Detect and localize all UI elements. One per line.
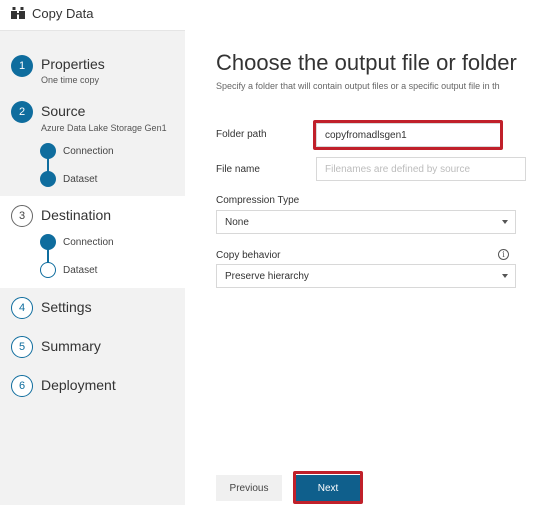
step-title: Properties (41, 56, 105, 72)
step-title: Settings (41, 299, 92, 315)
substep-source-connection[interactable]: Connection (63, 146, 114, 157)
file-name-label: File name (216, 164, 260, 175)
compression-type-label: Compression Type (216, 195, 300, 206)
step-number-badge: 4 (11, 297, 33, 319)
page-description: Specify a folder that will contain outpu… (216, 81, 500, 91)
substep-destination-connection[interactable]: Connection (63, 237, 114, 248)
copy-behavior-value: Preserve hierarchy (225, 270, 309, 282)
info-icon[interactable]: i (498, 249, 509, 260)
step-title: Source (41, 103, 86, 119)
substep-source-dataset[interactable]: Dataset (63, 174, 97, 185)
folder-path-label: Folder path (216, 129, 267, 140)
step-subtitle: One time copy (41, 75, 100, 85)
step-number-badge: 2 (11, 101, 33, 123)
title-bar: Copy Data (0, 0, 548, 26)
substep-complete-dot (40, 143, 56, 159)
substep-complete-dot (40, 171, 56, 187)
step-settings[interactable]: 4 Settings (0, 291, 185, 327)
substep-complete-dot (40, 234, 56, 250)
file-name-input[interactable]: Filenames are defined by source (316, 157, 526, 181)
step-summary[interactable]: 5 Summary (0, 330, 185, 366)
step-number-badge: 6 (11, 375, 33, 397)
compression-type-select[interactable]: None (216, 210, 516, 234)
step-number-badge: 1 (11, 55, 33, 77)
main-panel: Choose the output file or folder Specify… (185, 30, 548, 505)
step-subtitle: Azure Data Lake Storage Gen1 (41, 123, 167, 133)
wizard-steps-sidebar: 1 Properties One time copy 2 Source Azur… (0, 30, 185, 505)
copy-behavior-label: Copy behavior (216, 250, 281, 261)
step-properties[interactable]: 1 Properties One time copy (0, 31, 185, 101)
window-title: Copy Data (32, 5, 94, 21)
page-title: Choose the output file or folder (216, 50, 517, 75)
step-title: Deployment (41, 377, 116, 393)
next-button-highlight (293, 471, 363, 504)
step-title: Summary (41, 338, 101, 354)
step-number-badge: 3 (11, 205, 33, 227)
step-number-badge: 5 (11, 336, 33, 358)
step-title: Destination (41, 207, 112, 223)
previous-button[interactable]: Previous (216, 475, 282, 501)
substep-current-dot (40, 262, 56, 278)
copy-data-icon (10, 6, 26, 20)
chevron-down-icon (502, 274, 508, 278)
chevron-down-icon (502, 220, 508, 224)
folder-path-highlight (313, 120, 503, 150)
step-deployment[interactable]: 6 Deployment (0, 369, 185, 405)
step-destination[interactable]: 3 Destination Connection Dataset (0, 196, 185, 288)
step-source[interactable]: 2 Source Azure Data Lake Storage Gen1 Co… (0, 101, 185, 196)
copy-behavior-select[interactable]: Preserve hierarchy (216, 264, 516, 288)
substep-destination-dataset[interactable]: Dataset (63, 265, 97, 276)
compression-type-value: None (225, 216, 249, 228)
